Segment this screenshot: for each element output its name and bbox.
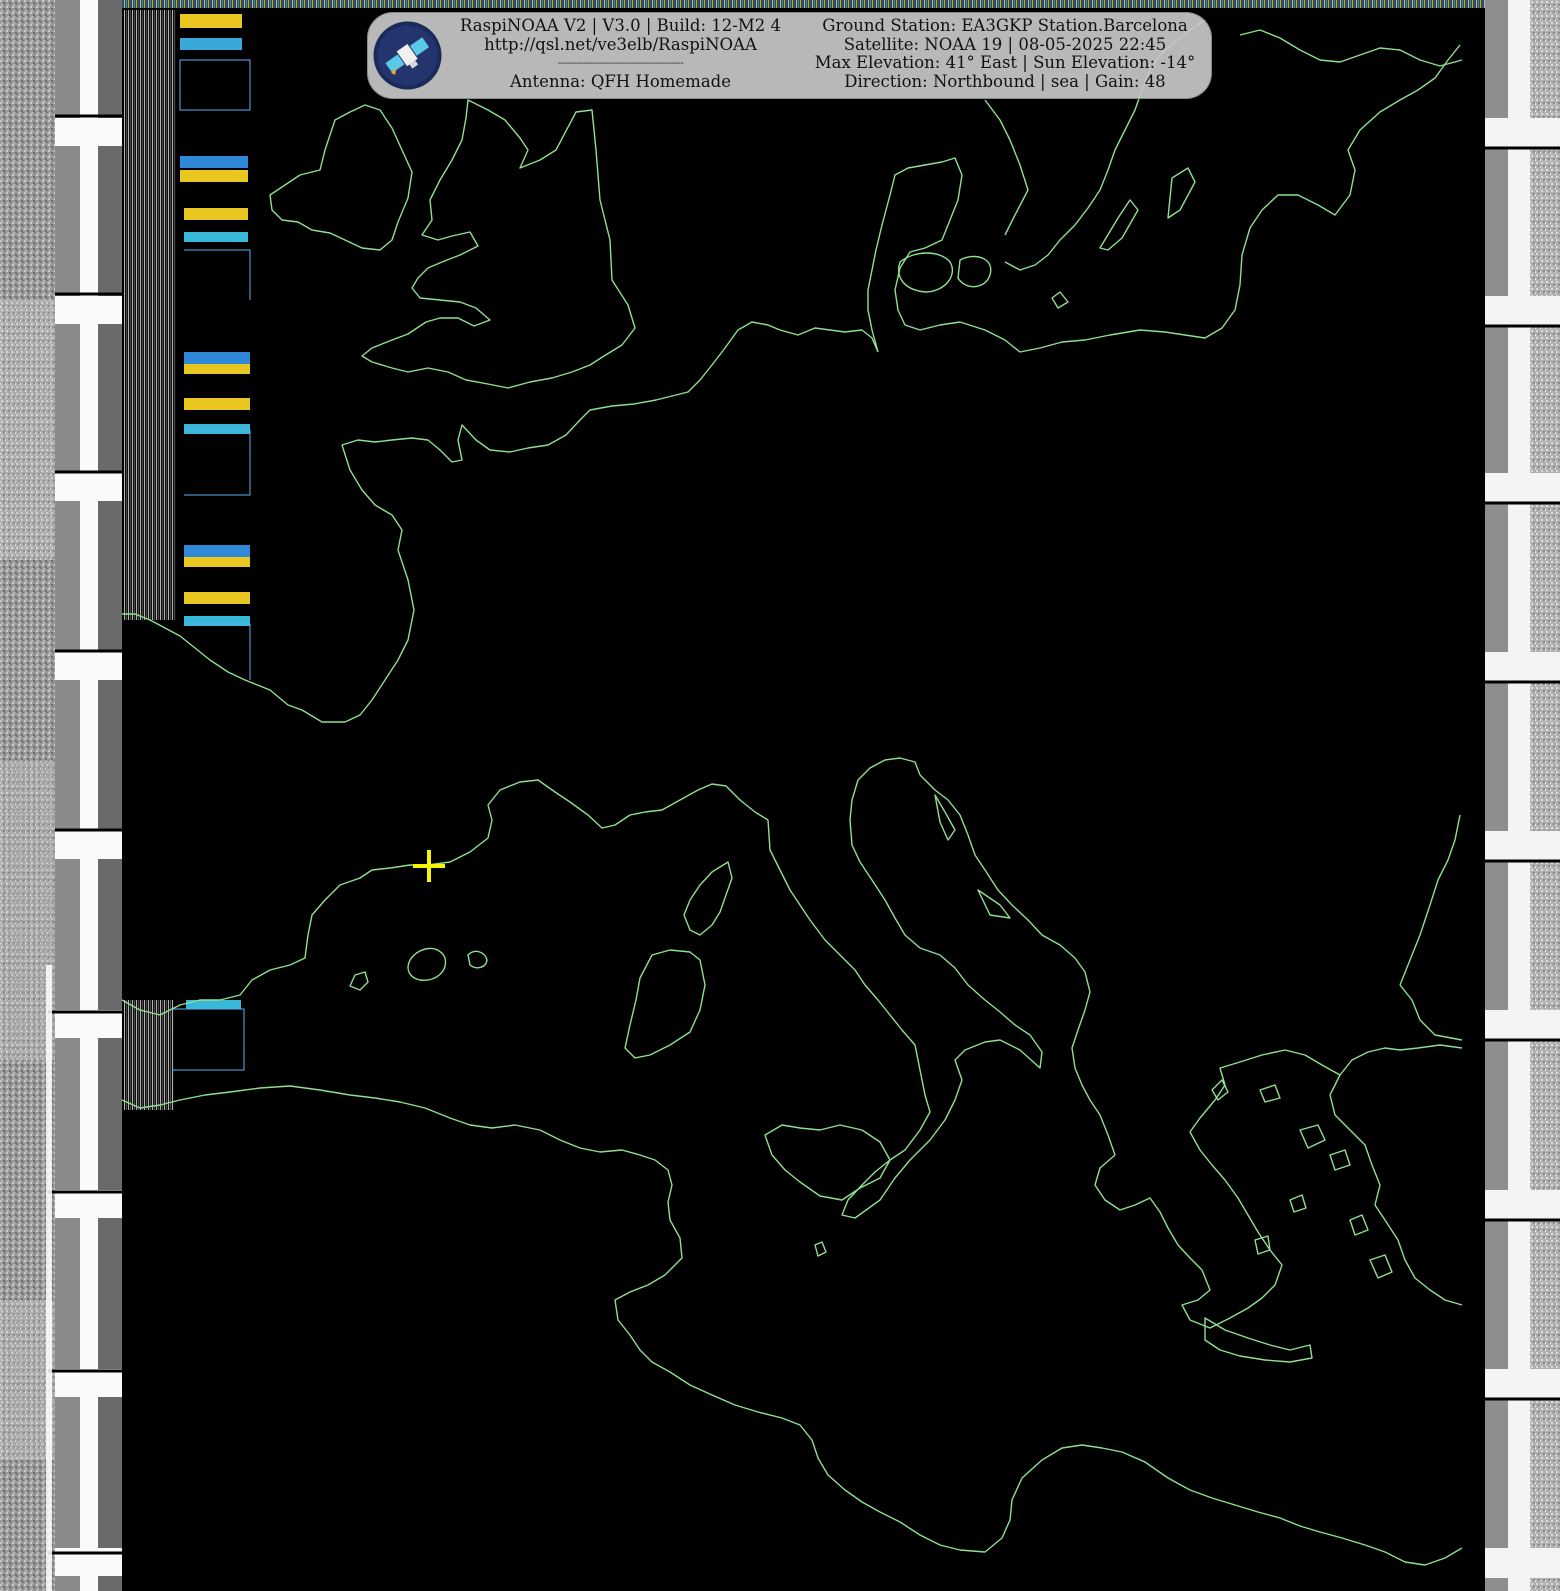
header-left-column: RaspiNOAA V2 | V3.0 | Build: 12-M2 4 htt… <box>448 16 793 91</box>
satellite-logo-icon <box>373 21 442 90</box>
left-telemetry-strip <box>0 0 122 1591</box>
header-app-version: RaspiNOAA V2 | V3.0 | Build: 12-M2 4 <box>459 16 782 35</box>
header-antenna: Antenna: QFH Homemade <box>510 71 731 91</box>
satellite-image-stage: RaspiNOAA V2 | V3.0 | Build: 12-M2 4 htt… <box>0 0 1560 1591</box>
header-elevation: Max Elevation: 41° East | Sun Elevation:… <box>814 53 1196 73</box>
signal-noise-top <box>122 0 1485 8</box>
right-telemetry-strip <box>1485 0 1560 1591</box>
header-direction-gain: Direction: Northbound | sea | Gain: 48 <box>844 71 1166 91</box>
header-project-url: http://qsl.net/ve3elb/RaspiNOAA <box>484 34 757 54</box>
header-divider: --------------------------------------- <box>557 56 684 70</box>
header-right-column: Ground Station: EA3GKP Station.Barcelona… <box>805 16 1205 91</box>
infrared-image-area <box>122 0 1485 1591</box>
header-satellite-time: Satellite: NOAA 19 | 08-05-2025 22:45 <box>843 34 1167 54</box>
weather-satellite-map <box>0 0 1560 1591</box>
header-ground-station: Ground Station: EA3GKP Station.Barcelona <box>822 16 1188 35</box>
